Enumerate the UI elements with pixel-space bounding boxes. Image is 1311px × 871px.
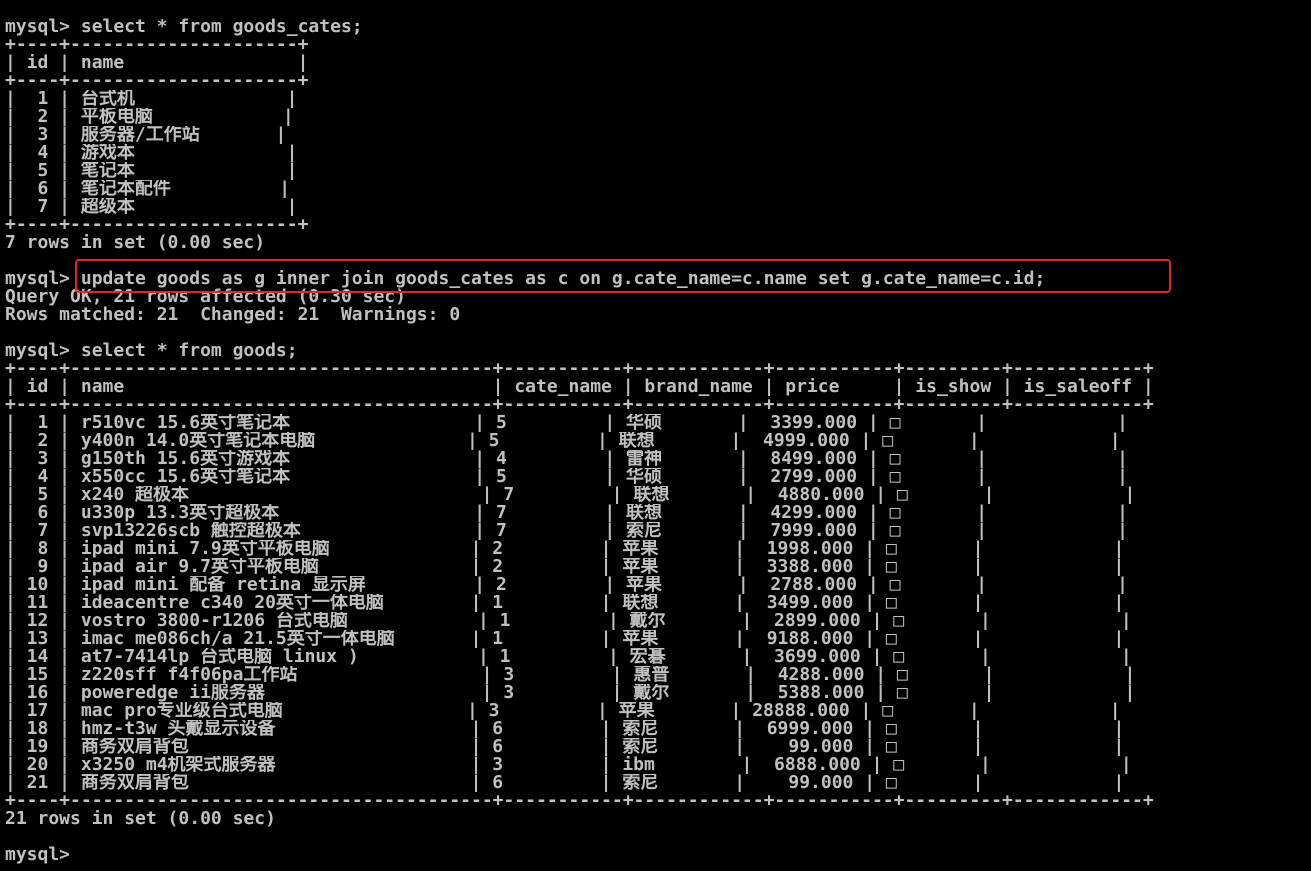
terminal-line: Rows matched: 21 Changed: 21 Warnings: 0 — [5, 306, 461, 324]
terminal-line: +----+----------------------------------… — [5, 396, 1154, 414]
terminal-line: 7 rows in set (0.00 sec) — [5, 234, 266, 252]
terminal-line: | 14 | at7-7414lp 台式电脑 linux ) | 1 | 宏碁 … — [5, 648, 1132, 666]
terminal-line: | 6 | u330p 13.3英寸超极本 | 7 | 联想 | 4299.00… — [5, 504, 1128, 522]
terminal-line: +----+---------------------+ — [5, 36, 309, 54]
terminal-line: | 8 | ipad mini 7.9英寸平板电脑 | 2 | 苹果 | 199… — [5, 540, 1125, 558]
terminal-line: 21 rows in set (0.00 sec) — [5, 810, 276, 828]
terminal-line: | 1 | 台式机 | — [5, 90, 298, 108]
terminal-line: | 1 | r510vc 15.6英寸笔记本 | 5 | 华硕 | 3399.0… — [5, 414, 1128, 432]
terminal-line: | 12 | vostro 3800-r1206 台式电脑 | 1 | 戴尔 |… — [5, 612, 1132, 630]
terminal-line: | 18 | hmz-t3w 头戴显示设备 | 6 | 索尼 | 6999.00… — [5, 720, 1125, 738]
terminal-line: | 19 | 商务双肩背包 | 6 | 索尼 | 99.000 | □ | | — [5, 738, 1125, 756]
terminal-line: | 3 | g150th 15.6英寸游戏本 | 4 | 雷神 | 8499.0… — [5, 450, 1128, 468]
terminal-line: | 7 | svp13226scb 触控超极本 | 7 | 索尼 | 7999.… — [5, 522, 1128, 540]
terminal-line: | 20 | x3250 m4机架式服务器 | 3 | ibm | 6888.0… — [5, 756, 1132, 774]
terminal-line: | 3 | 服务器/工作站 | — [5, 126, 287, 144]
terminal-line: | 7 | 超级本 | — [5, 198, 298, 216]
terminal-line: | 15 | z220sff f4f06pa工作站 | 3 | 惠普 | 428… — [5, 666, 1136, 684]
terminal-line: | 5 | 笔记本 | — [5, 162, 298, 180]
terminal-output[interactable]: mysql> select * from goods_cates; +----+-… — [5, 18, 1305, 868]
terminal-line: +----+---------------------+ — [5, 72, 309, 90]
terminal-line: | 17 | mac pro专业级台式电脑 | 3 | 苹果 | 28888.0… — [5, 702, 1121, 720]
terminal-line: mysql> select * from goods_cates; — [5, 18, 363, 36]
terminal-line: | 16 | poweredge ii服务器 | 3 | 戴尔 | 5388.0… — [5, 684, 1136, 702]
terminal-line: mysql> select * from goods; — [5, 342, 298, 360]
terminal-line: Query OK, 21 rows affected (0.30 sec) — [5, 288, 406, 306]
command-prompt[interactable]: mysql> — [5, 846, 1305, 864]
terminal-line: | id | name | cate_name | brand_name | p… — [5, 378, 1154, 396]
terminal-line: | 6 | 笔记本配件 | — [5, 180, 291, 198]
terminal-line: mysql> update goods as g inner join good… — [5, 270, 1046, 288]
terminal-line: | 11 | ideacentre c340 20英寸一体电脑 | 1 | 联想… — [5, 594, 1125, 612]
terminal-line: | 9 | ipad air 9.7英寸平板电脑 | 2 | 苹果 | 3388… — [5, 558, 1125, 576]
terminal-line: | 10 | ipad mini 配备 retina 显示屏 | 2 | 苹果 … — [5, 576, 1128, 594]
terminal-line: | 4 | x550cc 15.6英寸笔记本 | 5 | 华硕 | 2799.0… — [5, 468, 1128, 486]
terminal-line: +----+----------------------------------… — [5, 792, 1154, 810]
terminal-line: | 13 | imac me086ch/a 21.5英寸一体电脑 | 1 | 苹… — [5, 630, 1125, 648]
terminal-line: | 2 | y400n 14.0英寸笔记本电脑 | 5 | 联想 | 4999.… — [5, 432, 1121, 450]
terminal-line: | 4 | 游戏本 | — [5, 144, 298, 162]
terminal-line: +----+----------------------------------… — [5, 360, 1154, 378]
terminal-line: | 21 | 商务双肩背包 | 6 | 索尼 | 99.000 | □ | | — [5, 774, 1125, 792]
terminal-line: | 5 | x240 超极本 | 7 | 联想 | 4880.000 | □ |… — [5, 486, 1136, 504]
terminal-line: +----+---------------------+ — [5, 216, 309, 234]
terminal-line: | id | name | — [5, 54, 309, 72]
terminal-line: | 2 | 平板电脑 | — [5, 108, 294, 126]
